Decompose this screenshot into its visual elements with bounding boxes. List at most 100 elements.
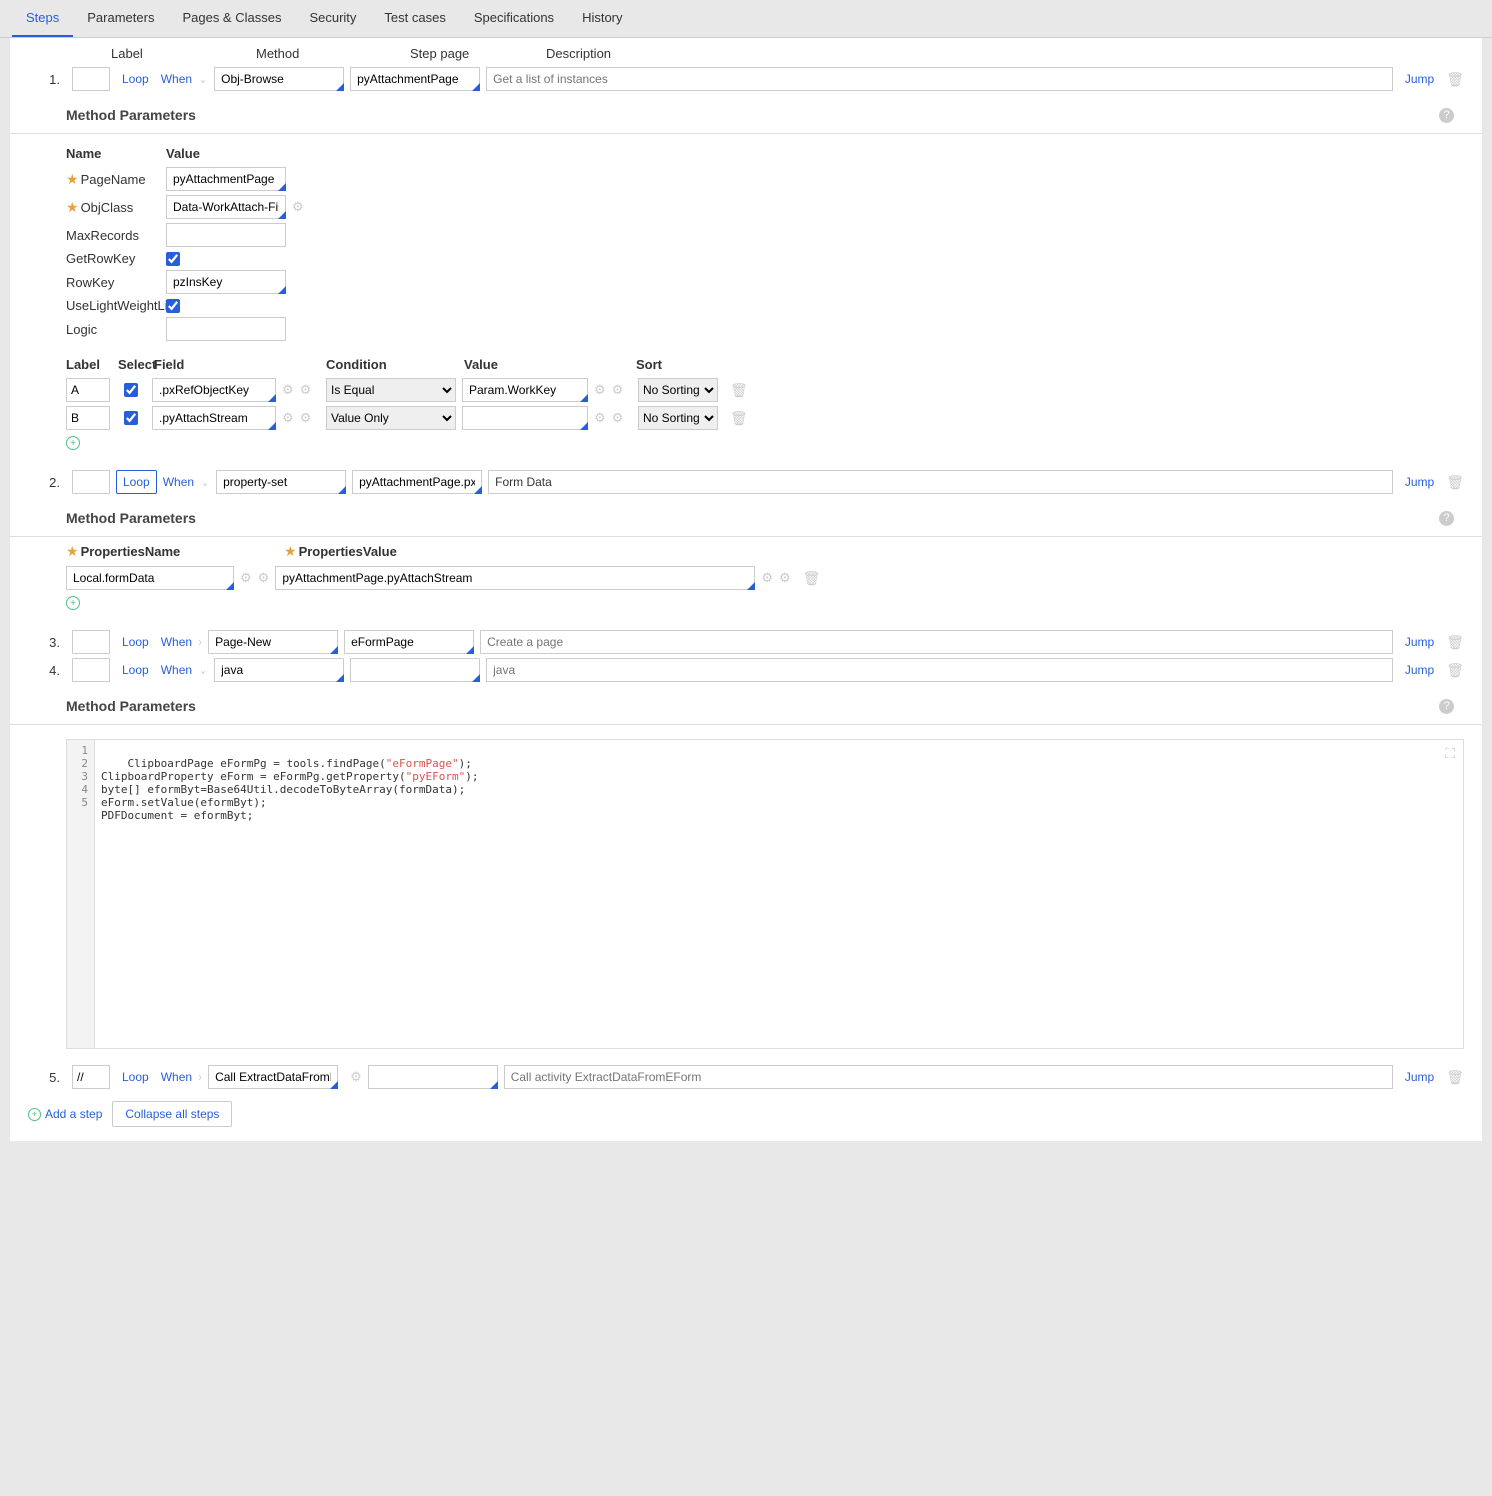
trash-icon[interactable]: 🗑	[1446, 474, 1464, 491]
step-page-input[interactable]	[350, 67, 480, 91]
gear-icon[interactable]: ⚙	[612, 382, 624, 398]
gear-icon[interactable]: ⚙	[300, 382, 312, 398]
add-step-button[interactable]: +Add a step	[28, 1107, 102, 1121]
step-label-input[interactable]	[72, 67, 110, 91]
when-link[interactable]: When	[163, 475, 194, 489]
trash-icon[interactable]: 🗑	[803, 570, 821, 587]
tab-test-cases[interactable]: Test cases	[370, 0, 459, 37]
jump-link[interactable]: Jump	[1405, 635, 1434, 649]
param-checkbox[interactable]	[166, 252, 180, 266]
method-input[interactable]	[214, 67, 344, 91]
trash-icon[interactable]: 🗑	[1446, 634, 1464, 651]
browse-value-input[interactable]	[462, 406, 588, 430]
tab-pages-classes[interactable]: Pages & Classes	[168, 0, 295, 37]
browse-field-input[interactable]	[152, 406, 276, 430]
trash-icon[interactable]: 🗑	[1446, 1069, 1464, 1086]
method-input[interactable]	[208, 1065, 338, 1089]
browse-select-checkbox[interactable]	[124, 411, 138, 425]
when-link[interactable]: When	[161, 72, 192, 86]
gear-icon[interactable]: ⚙	[761, 570, 773, 585]
when-link[interactable]: When	[161, 1070, 192, 1084]
java-code-editor[interactable]: 1 2 3 4 5 ⛶ClipboardPage eFormPg = tools…	[66, 739, 1464, 1049]
trash-icon[interactable]: 🗑	[1446, 662, 1464, 679]
browse-select-checkbox[interactable]	[124, 383, 138, 397]
loop-link[interactable]: Loop	[116, 470, 157, 494]
step-number: 5.	[40, 1070, 60, 1085]
browse-label-input[interactable]	[66, 378, 110, 402]
trash-icon[interactable]: 🗑	[730, 382, 748, 399]
loop-link[interactable]: Loop	[116, 1066, 155, 1088]
tab-history[interactable]: History	[568, 0, 636, 37]
param-value-input[interactable]	[166, 195, 286, 219]
gear-icon[interactable]: ⚙	[612, 410, 624, 426]
description-input[interactable]	[488, 470, 1393, 494]
browse-row: ⚙ ⚙ Value Only ⚙ ⚙ No Sorting 🗑	[10, 404, 1482, 432]
jump-link[interactable]: Jump	[1405, 475, 1434, 489]
param-value-input[interactable]	[166, 223, 286, 247]
gear-icon[interactable]: ⚙	[779, 570, 791, 585]
param-checkbox[interactable]	[166, 299, 180, 313]
gear-icon[interactable]: ⚙	[258, 570, 270, 585]
browse-condition-select[interactable]: Is Equal	[326, 378, 456, 402]
tab-specifications[interactable]: Specifications	[460, 0, 568, 37]
gear-icon[interactable]: ⚙	[292, 199, 304, 215]
help-icon[interactable]: ?	[1439, 511, 1454, 526]
step-label-input[interactable]	[72, 1065, 110, 1089]
expand-icon[interactable]: ⛶	[1445, 746, 1455, 762]
tab-parameters[interactable]: Parameters	[73, 0, 168, 37]
prop-name-input[interactable]	[66, 566, 234, 590]
gear-icon[interactable]: ⚙	[594, 410, 606, 426]
method-input[interactable]	[214, 658, 344, 682]
code-body[interactable]: ⛶ClipboardPage eFormPg = tools.findPage(…	[95, 740, 1463, 1048]
gear-icon[interactable]: ⚙	[594, 382, 606, 398]
browse-sort-select[interactable]: No Sorting	[638, 406, 718, 430]
when-link[interactable]: When	[161, 635, 192, 649]
add-row-button[interactable]: +	[66, 436, 80, 450]
description-input[interactable]	[480, 630, 1393, 654]
jump-link[interactable]: Jump	[1405, 72, 1434, 86]
description-input[interactable]	[504, 1065, 1393, 1089]
browse-value-input[interactable]	[462, 378, 588, 402]
browse-label-input[interactable]	[66, 406, 110, 430]
section-title: Method Parameters	[66, 107, 1439, 123]
param-value-input[interactable]	[166, 270, 286, 294]
trash-icon[interactable]: 🗑	[730, 410, 748, 427]
step-label-input[interactable]	[72, 658, 110, 682]
help-icon[interactable]: ?	[1439, 108, 1454, 123]
prop-value-input[interactable]	[275, 566, 755, 590]
browse-field-input[interactable]	[152, 378, 276, 402]
step-page-input[interactable]	[350, 658, 480, 682]
tab-security[interactable]: Security	[295, 0, 370, 37]
add-row-button[interactable]: +	[66, 596, 80, 610]
param-value-input[interactable]	[166, 317, 286, 341]
step-page-input[interactable]	[368, 1065, 498, 1089]
trash-icon[interactable]: 🗑	[1446, 71, 1464, 88]
collapse-all-button[interactable]: Collapse all steps	[112, 1101, 232, 1127]
gear-icon[interactable]: ⚙	[240, 570, 252, 585]
browse-sort-select[interactable]: No Sorting	[638, 378, 718, 402]
help-icon[interactable]: ?	[1439, 699, 1454, 714]
gear-icon[interactable]: ⚙	[300, 410, 312, 426]
step-row-2: 2. Loop When ⌄ Jump 🗑	[10, 468, 1482, 496]
gear-icon[interactable]: ⚙	[282, 382, 294, 398]
step-page-input[interactable]	[344, 630, 474, 654]
jump-link[interactable]: Jump	[1405, 1070, 1434, 1084]
tab-steps[interactable]: Steps	[12, 0, 73, 37]
description-input[interactable]	[486, 67, 1393, 91]
jump-link[interactable]: Jump	[1405, 663, 1434, 677]
description-input[interactable]	[486, 658, 1393, 682]
method-input[interactable]	[216, 470, 346, 494]
when-link[interactable]: When	[161, 663, 192, 677]
step-page-input[interactable]	[352, 470, 482, 494]
loop-link[interactable]: Loop	[116, 68, 155, 90]
loop-link[interactable]: Loop	[116, 659, 155, 681]
param-name: GetRowKey	[66, 251, 135, 266]
method-input[interactable]	[208, 630, 338, 654]
step-label-input[interactable]	[72, 470, 110, 494]
step-label-input[interactable]	[72, 630, 110, 654]
browse-condition-select[interactable]: Value Only	[326, 406, 456, 430]
gear-icon[interactable]: ⚙	[350, 1069, 362, 1085]
param-value-input[interactable]	[166, 167, 286, 191]
loop-link[interactable]: Loop	[116, 631, 155, 653]
gear-icon[interactable]: ⚙	[282, 410, 294, 426]
